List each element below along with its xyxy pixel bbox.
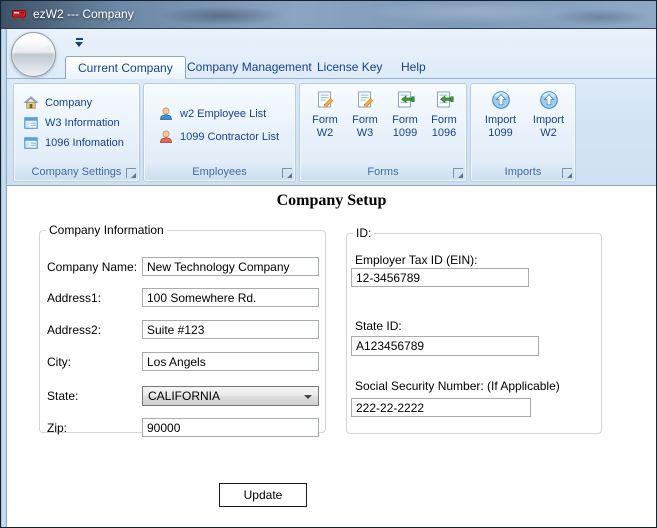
group-caption: Imports bbox=[472, 164, 574, 180]
address2-input[interactable] bbox=[142, 320, 319, 339]
ein-input[interactable] bbox=[351, 268, 529, 287]
state-selected-value: CALIFORNIA bbox=[148, 389, 221, 403]
id-groupbox: ID: Employer Tax ID (EIN): State ID: Soc… bbox=[346, 226, 602, 434]
company-information-legend: Company Information bbox=[49, 223, 164, 237]
ribbon-button-label: W2 bbox=[540, 127, 557, 139]
ribbon-button-label: Form bbox=[431, 114, 457, 126]
ribbon-button-label: W3 bbox=[356, 127, 374, 139]
dialog-launcher-icon[interactable] bbox=[453, 168, 463, 178]
ribbon-item-w3-information[interactable]: W3 Information bbox=[14, 113, 139, 133]
group-employees: w2 Employee List 1099 Contractor List Em… bbox=[143, 83, 296, 182]
form-import-icon bbox=[398, 91, 415, 108]
ribbon-tab-bar: Current Company Company Management Licen… bbox=[7, 53, 656, 79]
import-up-icon bbox=[539, 91, 558, 109]
group-caption: Forms bbox=[301, 164, 465, 180]
ribbon-item-label: Company bbox=[45, 97, 93, 109]
page-title: Company Setup bbox=[276, 192, 387, 209]
address1-label: Address1: bbox=[47, 291, 102, 305]
title-bar: ezW2 --- Company bbox=[1, 1, 656, 29]
form-icon bbox=[24, 137, 38, 149]
state-label: State: bbox=[47, 389, 79, 403]
dialog-launcher-icon[interactable] bbox=[562, 168, 572, 178]
id-legend: ID: bbox=[356, 226, 372, 240]
state-id-input[interactable] bbox=[351, 336, 539, 356]
zip-label: Zip: bbox=[47, 421, 68, 435]
chevron-down-icon bbox=[304, 395, 312, 399]
state-id-label: State ID: bbox=[355, 319, 402, 333]
ribbon-button-import-w2[interactable]: Import W2 bbox=[526, 87, 571, 163]
ribbon-button-form-w2[interactable]: Form W2 bbox=[304, 87, 346, 163]
group-caption-label: Imports bbox=[504, 166, 542, 178]
ribbon-button-label: W2 bbox=[316, 127, 334, 139]
app-window: ezW2 --- Company Current Company Company… bbox=[0, 0, 657, 528]
ribbon-button-label: Form bbox=[312, 114, 338, 126]
ribbon-button-label: 1096 bbox=[431, 127, 457, 139]
tab-company-management[interactable]: Company Management bbox=[175, 56, 324, 79]
group-caption: Company Settings bbox=[15, 164, 138, 180]
ribbon-button-label: Import bbox=[484, 114, 517, 126]
ribbon-button-import-1099[interactable]: Import 1099 bbox=[478, 87, 523, 163]
ribbon-body: Company W3 Information 1096 Infomation C… bbox=[7, 79, 656, 186]
form-icon bbox=[24, 117, 38, 129]
w2-employee-icon bbox=[160, 107, 172, 120]
ribbon-button-label: Form bbox=[352, 114, 378, 126]
form-import-icon bbox=[437, 91, 454, 108]
tab-current-company[interactable]: Current Company bbox=[65, 56, 186, 79]
tab-license-key[interactable]: License Key bbox=[305, 56, 394, 79]
city-input[interactable] bbox=[142, 352, 319, 371]
ribbon-item-1096-information[interactable]: 1096 Infomation bbox=[14, 133, 139, 153]
ribbon-button-label: Form bbox=[392, 114, 418, 126]
dialog-launcher-icon[interactable] bbox=[126, 168, 136, 178]
dialog-launcher-icon[interactable] bbox=[282, 168, 292, 178]
group-caption-label: Employees bbox=[192, 166, 247, 178]
address1-input[interactable] bbox=[142, 288, 319, 307]
ribbon-item-label: w2 Employee List bbox=[180, 107, 267, 120]
form-edit-icon bbox=[358, 91, 374, 108]
window-title: ezW2 --- Company bbox=[33, 7, 134, 21]
home-icon bbox=[23, 96, 39, 109]
ribbon: Current Company Company Management Licen… bbox=[7, 29, 656, 186]
ribbon-button-label: 1099 bbox=[392, 127, 418, 139]
contractor-icon bbox=[160, 130, 172, 143]
ribbon-button-form-w3[interactable]: Form W3 bbox=[344, 87, 386, 163]
ribbon-item-label: 1099 Contractor List bbox=[180, 130, 280, 143]
group-imports: Import 1099 Import W2 Imports bbox=[470, 83, 576, 182]
group-caption: Employees bbox=[145, 164, 294, 180]
ein-label: Employer Tax ID (EIN): bbox=[355, 253, 478, 267]
qat-dropdown-icon[interactable] bbox=[75, 38, 84, 48]
ssn-label: Social Security Number: (If Applicable) bbox=[355, 379, 560, 393]
ribbon-item-1099-contractor-list[interactable]: 1099 Contractor List bbox=[144, 125, 295, 148]
form-edit-icon bbox=[318, 91, 334, 108]
address2-label: Address2: bbox=[47, 323, 102, 337]
main-content: Company Setup Company Information Compan… bbox=[7, 186, 656, 527]
app-logo-icon bbox=[11, 7, 27, 23]
company-name-input[interactable] bbox=[142, 257, 319, 276]
import-up-icon bbox=[491, 91, 510, 109]
ribbon-item-label: W3 Information bbox=[45, 117, 120, 129]
ribbon-button-form-1099[interactable]: Form 1099 bbox=[384, 87, 426, 163]
company-information-groupbox: Company Information Company Name: Addres… bbox=[39, 223, 326, 437]
ribbon-button-label: Import bbox=[532, 114, 565, 126]
zip-input[interactable] bbox=[142, 418, 319, 437]
update-button[interactable]: Update bbox=[219, 483, 307, 507]
state-select[interactable]: CALIFORNIA bbox=[142, 386, 319, 406]
ribbon-button-form-1096[interactable]: Form 1096 bbox=[423, 87, 465, 163]
company-name-label: Company Name: bbox=[47, 260, 138, 274]
ribbon-item-company[interactable]: Company bbox=[14, 93, 139, 113]
ribbon-button-label: 1099 bbox=[488, 127, 513, 139]
ssn-input[interactable] bbox=[351, 398, 531, 417]
group-company-settings: Company W3 Information 1096 Infomation C… bbox=[13, 83, 140, 182]
group-caption-label: Forms bbox=[367, 166, 399, 178]
group-caption-label: Company Settings bbox=[31, 166, 122, 178]
group-forms: Form W2 Form W3 Form 1099 Form 1096 Form… bbox=[299, 83, 467, 182]
ribbon-item-label: 1096 Infomation bbox=[45, 137, 124, 149]
ribbon-item-w2-employee-list[interactable]: w2 Employee List bbox=[144, 102, 295, 125]
tab-help[interactable]: Help bbox=[389, 56, 438, 79]
city-label: City: bbox=[47, 355, 71, 369]
